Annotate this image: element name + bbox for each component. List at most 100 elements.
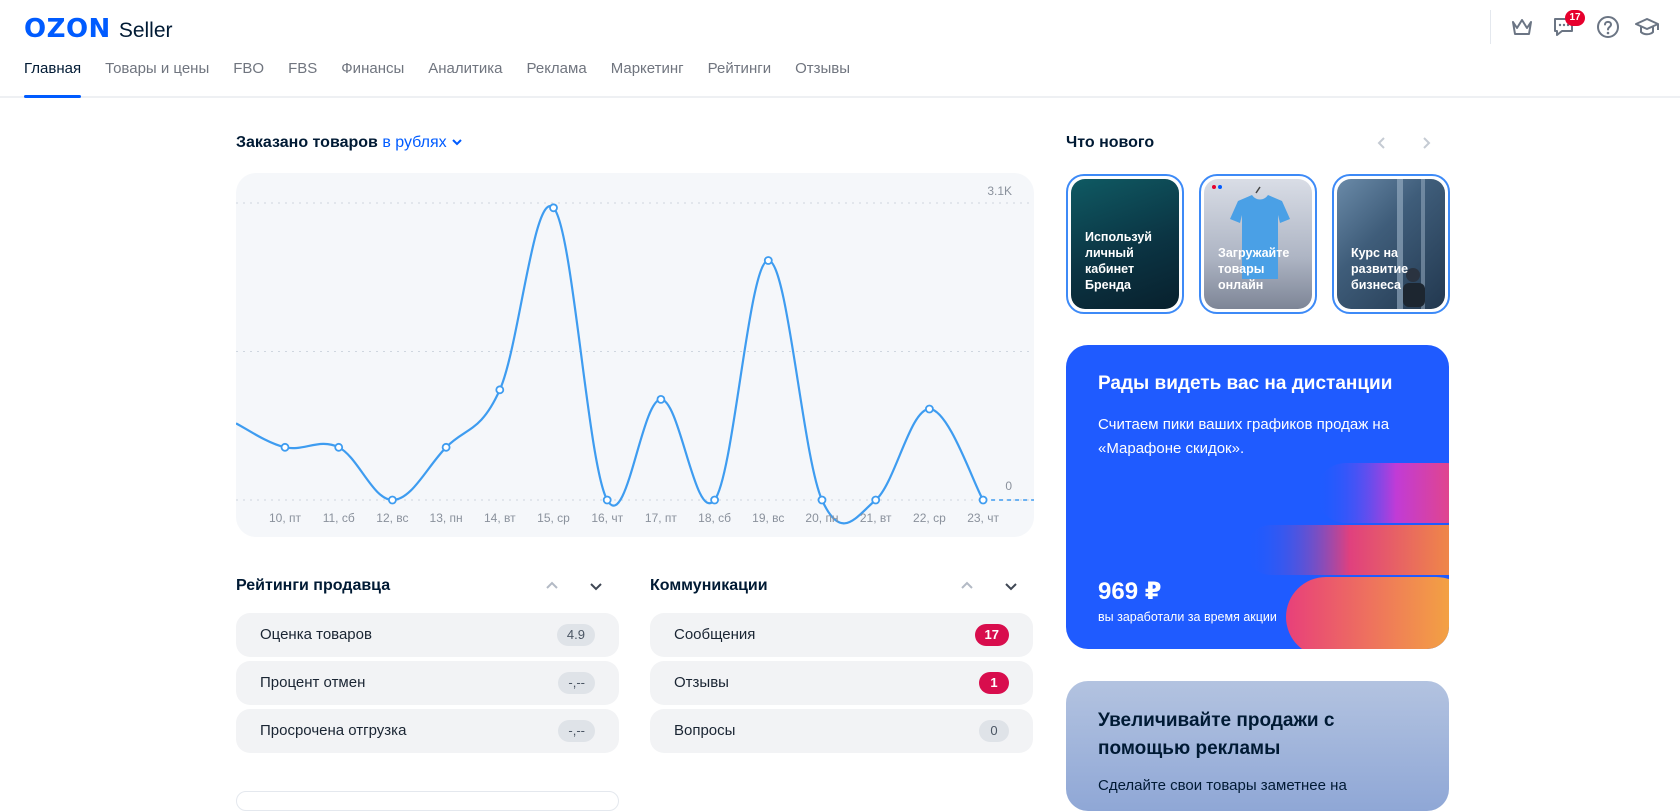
- education-icon[interactable]: [1634, 14, 1660, 40]
- x-tick-label: 21, вт: [860, 511, 892, 525]
- data-point[interactable]: [656, 395, 666, 404]
- nav-item-2[interactable]: FBO: [233, 60, 264, 98]
- x-tick-label: 19, вс: [752, 511, 784, 525]
- orders-line-chart: 3.1K 0 10, пт 11, сб 12, вс 13, пн 14, вт 15, с…: [236, 184, 1034, 525]
- orders-title: Заказано товаров в рублях: [236, 134, 463, 152]
- data-point[interactable]: [549, 203, 558, 213]
- communications-row[interactable]: Вопросы 0: [650, 709, 1033, 753]
- communications-row[interactable]: Сообщения 17: [650, 613, 1033, 657]
- nav-item-1[interactable]: Товары и цены: [105, 60, 209, 98]
- ads-promo-text: Сделайте свои товары заметнее на: [1098, 777, 1347, 794]
- communications-row[interactable]: Отзывы 1: [650, 661, 1033, 705]
- x-tick-label: 10, пт: [269, 511, 302, 525]
- chevron-up-icon[interactable]: [957, 576, 977, 596]
- notifications-badge: 17: [1565, 10, 1585, 26]
- nav-item-8[interactable]: Рейтинги: [708, 60, 771, 98]
- marathon-promo-title: Рады видеть вас на дистанции: [1098, 373, 1393, 394]
- x-tick-label: 16, чт: [591, 511, 623, 525]
- story-business-course[interactable]: Курс на развитие бизнеса: [1332, 174, 1450, 314]
- ads-promo-card[interactable]: Увеличивайте продажи с помощью рекламы С…: [1066, 681, 1449, 811]
- count-badge: -,--: [558, 672, 595, 694]
- row-label: Оценка товаров: [260, 626, 372, 643]
- ads-promo-title: Увеличивайте продажи с помощью рекламы: [1098, 710, 1335, 759]
- x-tick-label: 15, ср: [537, 511, 570, 525]
- x-tick-label: 14, вт: [484, 511, 516, 525]
- count-badge: 1: [979, 672, 1009, 694]
- nav-item-7[interactable]: Маркетинг: [611, 60, 684, 98]
- x-tick-label: 23, чт: [967, 511, 999, 525]
- row-label: Процент отмен: [260, 674, 366, 691]
- data-point[interactable]: [925, 404, 934, 414]
- data-point[interactable]: [817, 495, 827, 505]
- logo-product: Seller: [118, 19, 173, 42]
- nav-item-9[interactable]: Отзывы: [795, 60, 850, 98]
- x-tick-label: 13, пн: [430, 511, 463, 525]
- ratings-row[interactable]: Оценка товаров 4.9: [236, 613, 619, 657]
- data-point[interactable]: [978, 495, 988, 505]
- communications-title: Коммуникации: [650, 577, 768, 594]
- main-nav: Главная Товары и цены FBO FBS Финансы Аналити…: [24, 60, 874, 98]
- unit-selector-label: в рублях: [382, 134, 447, 151]
- story-text: Загружайте товары онлайн: [1218, 246, 1290, 292]
- marathon-promo-card[interactable]: Рады видеть вас на дистанции Считаем пик…: [1066, 345, 1449, 649]
- story-image: Используй личный кабинет Бренда: [1071, 179, 1179, 309]
- unit-selector[interactable]: в рублях: [382, 134, 463, 151]
- count-badge: 17: [974, 624, 1009, 646]
- ozon-seller-logo[interactable]: OZON Seller: [24, 14, 173, 44]
- chevron-down-icon[interactable]: [586, 576, 606, 596]
- chevron-left-icon[interactable]: [1373, 134, 1391, 152]
- orders-title-label: Заказано товаров: [236, 134, 378, 151]
- y-tick-label: 0: [1005, 479, 1012, 493]
- data-point[interactable]: [387, 495, 397, 505]
- count-badge: -,--: [558, 720, 595, 742]
- count-badge: 4.9: [556, 624, 595, 646]
- x-tick-label: 20, пн: [805, 511, 838, 525]
- story-brand-cabinet[interactable]: Используй личный кабинет Бренда: [1066, 174, 1184, 314]
- ratings-row[interactable]: Процент отмен -,--: [236, 661, 619, 705]
- data-point[interactable]: [495, 385, 505, 395]
- x-tick-label: 11, сб: [323, 511, 355, 525]
- data-point[interactable]: [763, 256, 773, 265]
- nav-item-0[interactable]: Главная: [24, 60, 82, 98]
- data-point[interactable]: [871, 495, 881, 505]
- earned-amount: 969 ₽: [1098, 578, 1162, 605]
- story-image: Курс на развитие бизнеса: [1337, 179, 1445, 309]
- nav-item-4[interactable]: Финансы: [341, 60, 404, 98]
- orders-chart: 3.1K 0 10, пт 11, сб 12, вс 13, пн 14, вт 15, с…: [236, 173, 1034, 537]
- top-header: OZON Seller 17 Главная Товары и цены FBO FB…: [0, 0, 1680, 98]
- header-divider: [1490, 10, 1491, 44]
- data-point[interactable]: [602, 495, 612, 505]
- nav-item-6[interactable]: Реклама: [527, 60, 587, 98]
- story-image: Загружайте товары онлайн: [1204, 179, 1312, 309]
- logo-brand: OZON: [24, 14, 111, 44]
- row-label: Вопросы: [674, 722, 736, 739]
- ratings-row[interactable]: Просрочена отгрузка -,--: [236, 709, 619, 753]
- help-icon[interactable]: [1595, 14, 1621, 40]
- count-badge: 0: [979, 720, 1009, 742]
- nav-item-5[interactable]: Аналитика: [428, 60, 502, 98]
- earned-caption: вы заработали за время акции: [1098, 610, 1277, 624]
- x-tick-label: 17, пт: [645, 511, 678, 525]
- nav-item-3[interactable]: FBS: [288, 60, 317, 98]
- story-text: Курс на развитие бизнеса: [1351, 246, 1409, 292]
- marathon-promo-text: Считаем пики ваших графиков продаж на «М…: [1098, 416, 1390, 457]
- chevron-up-icon[interactable]: [542, 576, 562, 596]
- chevron-right-icon[interactable]: [1417, 134, 1435, 152]
- chat-icon[interactable]: 17: [1551, 10, 1585, 40]
- story-upload-online[interactable]: Загружайте товары онлайн: [1199, 174, 1317, 314]
- x-tick-label: 12, вс: [376, 511, 408, 525]
- x-tick-label: 18, сб: [698, 511, 731, 525]
- series-line: [236, 204, 985, 525]
- crown-icon[interactable]: [1509, 14, 1535, 40]
- story-text: Используй личный кабинет Бренда: [1085, 230, 1152, 292]
- data-point[interactable]: [710, 495, 720, 505]
- chevron-down-icon[interactable]: [1001, 576, 1021, 596]
- row-label: Сообщения: [674, 626, 756, 643]
- ratings-title: Рейтинги продавца: [236, 577, 391, 594]
- data-point[interactable]: [280, 442, 290, 452]
- row-label: Просрочена отгрузка: [260, 722, 407, 739]
- x-tick-label: 22, ср: [913, 511, 946, 525]
- partial-card: [236, 791, 619, 811]
- data-point[interactable]: [334, 442, 344, 452]
- data-point[interactable]: [441, 442, 451, 452]
